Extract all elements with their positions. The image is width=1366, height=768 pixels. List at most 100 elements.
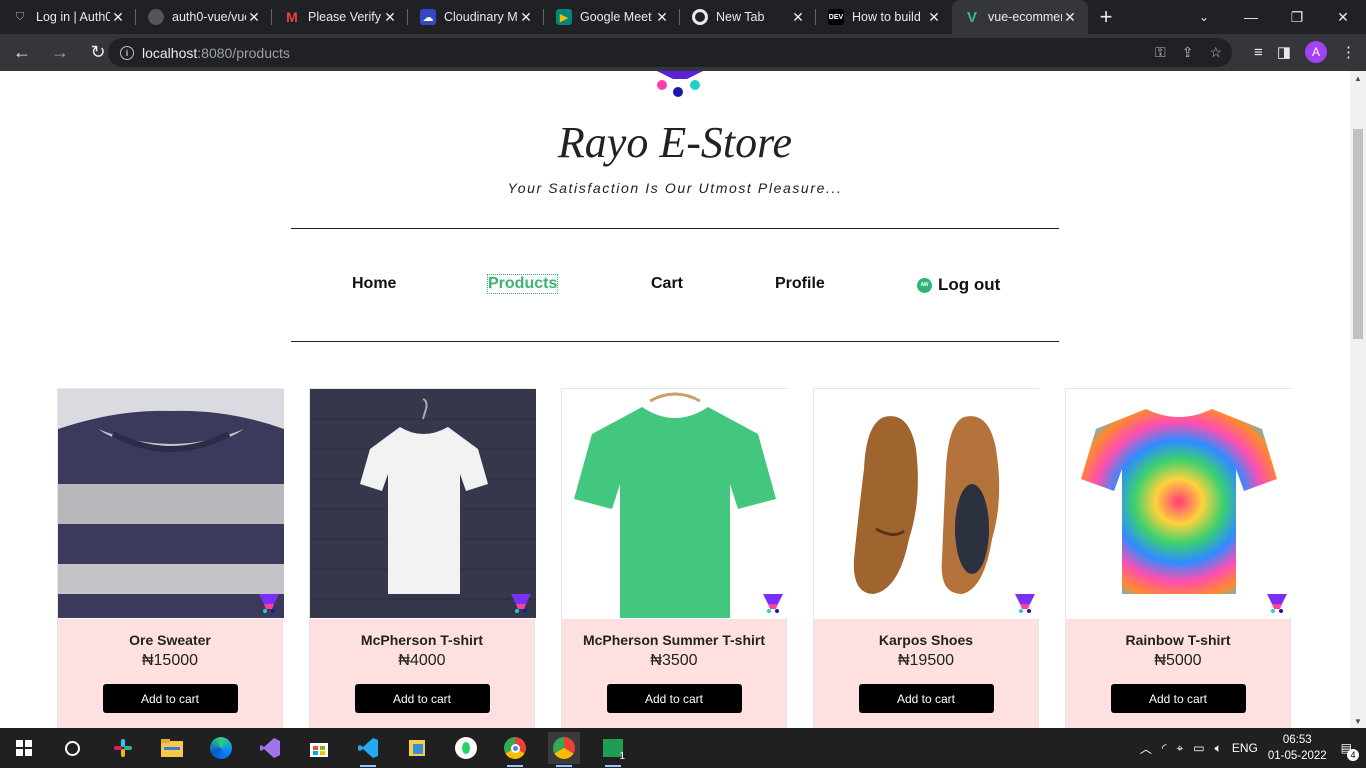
product-name: McPherson T-shirt xyxy=(360,632,484,648)
add-to-cart-button[interactable]: Add to cart xyxy=(858,684,994,713)
share-icon[interactable]: ⇪ xyxy=(1182,44,1194,61)
microsoft-store-icon[interactable] xyxy=(303,732,335,764)
tab-title: Log in | Auth0 xyxy=(36,10,110,24)
product-grid: Ore Sweater ₦15000 Add to cart McPherson… xyxy=(57,388,1292,728)
tab-title: Please Verify xyxy=(308,10,381,24)
show-hidden-icons-icon[interactable]: ︿ xyxy=(1140,740,1152,757)
scroll-up-arrow-icon[interactable]: ▲ xyxy=(1350,71,1366,85)
product-image-sweater[interactable] xyxy=(58,389,284,618)
product-price: ₦15000 xyxy=(141,652,199,669)
browser-tab-active[interactable]: V vue-ecommerc ✕ xyxy=(952,0,1088,34)
close-tab-icon[interactable]: ✕ xyxy=(246,9,262,26)
add-to-cart-button[interactable]: Add to cart xyxy=(354,684,490,713)
close-tab-icon[interactable]: ✕ xyxy=(110,9,126,26)
product-info: Karpos Shoes ₦19500 Add to cart xyxy=(814,619,1038,728)
browser-toolbar: ← → ↻ i localhost:8080/products ⚿ ⇪ ☆ xyxy=(0,34,1366,71)
add-to-cart-button[interactable]: Add to cart xyxy=(1110,684,1246,713)
media-control-icon[interactable]: ≡ xyxy=(1254,44,1263,61)
nav-cart-link[interactable]: Cart xyxy=(651,275,683,293)
product-price: ₦4000 xyxy=(398,652,446,669)
product-image-tie-dye-tshirt[interactable] xyxy=(1066,389,1292,618)
forward-button[interactable]: → xyxy=(44,37,76,69)
address-bar[interactable]: i localhost:8080/products ⚿ ⇪ ☆ xyxy=(108,38,1232,67)
browser-tab[interactable]: ▶ Google Meet ✕ xyxy=(544,0,680,34)
browser-tab[interactable]: ⛉ Log in | Auth0 ✕ xyxy=(0,0,136,34)
bookmark-star-icon[interactable]: ☆ xyxy=(1209,44,1222,61)
restore-button[interactable]: ❐ xyxy=(1274,0,1320,34)
new-tab-button[interactable]: + xyxy=(1088,0,1124,34)
store-title: Rayo E-Store xyxy=(557,118,793,167)
close-tab-icon[interactable]: ✕ xyxy=(382,9,398,26)
store-tagline: Your Satisfaction Is Our Utmost Pleasure… xyxy=(507,180,843,196)
cart-badge-icon xyxy=(259,594,279,613)
browser-tab[interactable]: New Tab ✕ xyxy=(680,0,816,34)
tab-search-icon[interactable]: ⌄ xyxy=(1192,0,1216,34)
tab-title: New Tab xyxy=(716,10,765,24)
notification-center-icon[interactable]: ▤ 4 xyxy=(1341,741,1359,761)
volume-icon[interactable]: 🔈︎ xyxy=(1215,741,1222,756)
close-tab-icon[interactable]: ✕ xyxy=(1062,9,1078,26)
site-info-icon[interactable]: i xyxy=(120,45,134,60)
windows-start-icon[interactable] xyxy=(8,732,40,764)
key-icon[interactable]: ⚿ xyxy=(1155,44,1166,61)
product-image-white-tshirt[interactable] xyxy=(310,389,536,618)
toolbar-right-icons: ≡ ◨ A ⋮ xyxy=(1254,41,1356,63)
nav-logout-link[interactable]: AW Log out xyxy=(917,275,1000,295)
wifi-icon[interactable]: ◜ xyxy=(1162,741,1167,755)
product-image-green-tshirt[interactable] xyxy=(562,389,788,618)
browser-tab[interactable]: auth0-vue/vue ✕ xyxy=(136,0,272,34)
page-scrollbar[interactable]: ▲ ▼ xyxy=(1350,71,1366,728)
battery-icon[interactable]: ▭ xyxy=(1193,741,1204,755)
nav-divider xyxy=(291,341,1059,342)
browser-tab[interactable]: ☁ Cloudinary M ✕ xyxy=(408,0,544,34)
whatsapp-icon[interactable] xyxy=(450,732,482,764)
product-name: Rainbow T-shirt xyxy=(1125,632,1231,648)
browser-tab-bar: ⛉ Log in | Auth0 ✕ auth0-vue/vue ✕ M Ple… xyxy=(0,0,1366,34)
profile-avatar[interactable]: A xyxy=(1305,41,1327,63)
file-explorer-icon[interactable] xyxy=(156,732,188,764)
tab-title: auth0-vue/vue xyxy=(172,10,246,24)
add-to-cart-button[interactable]: Add to cart xyxy=(102,684,238,713)
product-info: McPherson Summer T-shirt ₦3500 Add to ca… xyxy=(562,619,786,728)
scroll-down-arrow-icon[interactable]: ▼ xyxy=(1350,714,1366,728)
url-host: localhost xyxy=(142,44,198,61)
chrome-taskbar-icon[interactable] xyxy=(499,732,531,767)
product-price: ₦5000 xyxy=(1154,652,1202,669)
sticky-notes-icon[interactable] xyxy=(401,732,433,764)
visual-studio-icon[interactable] xyxy=(254,732,286,764)
page-viewport: Rayo E-Store Your Satisfaction Is Our Ut… xyxy=(0,71,1350,728)
menu-icon[interactable]: ⋮ xyxy=(1341,43,1356,61)
slack-icon[interactable] xyxy=(107,732,139,764)
chrome-profile-taskbar-icon[interactable] xyxy=(548,732,580,767)
tab-title: How to build xyxy=(852,10,921,24)
browser-tab[interactable]: M Please Verify ✕ xyxy=(272,0,408,34)
product-card: Ore Sweater ₦15000 Add to cart xyxy=(57,388,284,728)
add-to-cart-button[interactable]: Add to cart xyxy=(606,684,742,713)
main-nav: Home Products Cart Profile AW Log out xyxy=(0,273,1350,303)
terminal-icon[interactable]: 1 xyxy=(597,732,629,767)
location-icon[interactable]: ⌖ xyxy=(1177,741,1184,756)
nav-profile-link[interactable]: Profile xyxy=(775,275,825,293)
scrollbar-thumb[interactable] xyxy=(1353,129,1363,339)
nav-home-link[interactable]: Home xyxy=(352,275,396,293)
product-price: ₦19500 xyxy=(897,652,955,669)
cart-badge-icon xyxy=(763,594,783,613)
close-window-button[interactable]: ✕ xyxy=(1320,0,1366,34)
close-tab-icon[interactable]: ✕ xyxy=(926,9,942,26)
back-button[interactable]: ← xyxy=(6,37,38,69)
close-tab-icon[interactable]: ✕ xyxy=(654,9,670,26)
product-card: McPherson T-shirt ₦4000 Add to cart xyxy=(309,388,536,728)
taskbar-clock[interactable]: 06:53 01-05-2022 xyxy=(1268,732,1327,764)
minimize-button[interactable]: — xyxy=(1228,0,1274,34)
search-circle-icon[interactable] xyxy=(56,732,88,764)
side-panel-icon[interactable]: ◨ xyxy=(1277,43,1291,61)
edge-icon[interactable] xyxy=(205,732,237,764)
browser-tab[interactable]: DEV How to build ✕ xyxy=(816,0,952,34)
language-indicator[interactable]: ENG xyxy=(1232,741,1258,755)
close-tab-icon[interactable]: ✕ xyxy=(518,9,534,26)
nav-products-link[interactable]: Products xyxy=(486,274,559,294)
close-tab-icon[interactable]: ✕ xyxy=(790,9,806,26)
auth0-icon: ⛉ xyxy=(15,10,25,23)
vscode-icon[interactable] xyxy=(352,732,384,767)
product-image-brown-shoes[interactable] xyxy=(814,389,1040,618)
